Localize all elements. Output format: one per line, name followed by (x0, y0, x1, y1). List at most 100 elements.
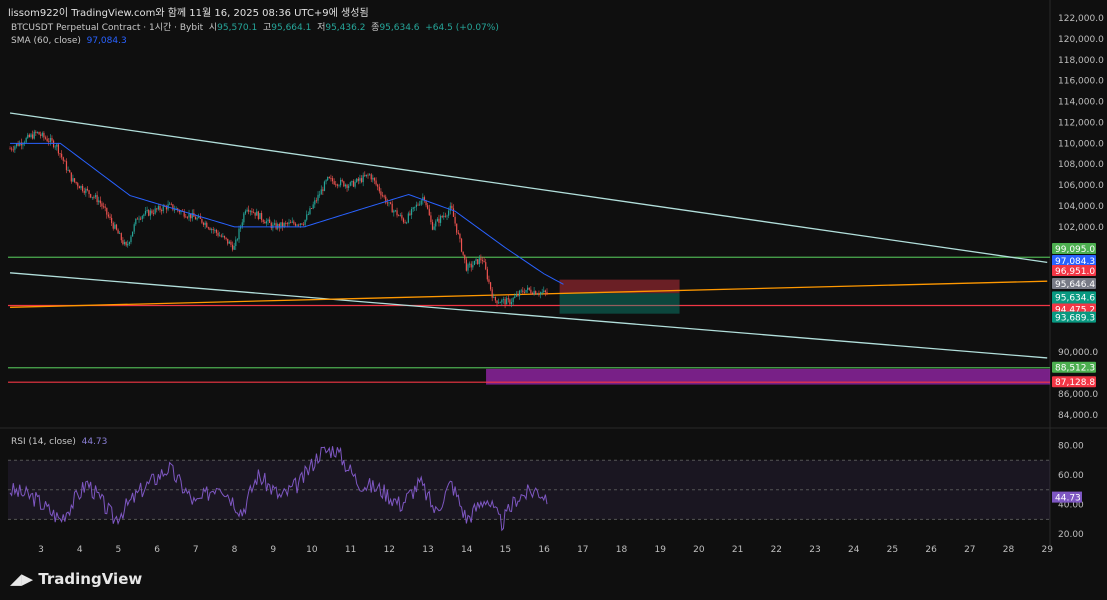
price-tag-text: 95,646.4 (1055, 280, 1095, 290)
candle-body (386, 202, 388, 204)
candle-body (259, 213, 261, 219)
symbol[interactable]: BTCUSDT Perpetual Contract · 1시간 · Bybit (11, 23, 203, 33)
candle-body (41, 132, 43, 136)
candle-body (162, 206, 164, 212)
candle-body (527, 287, 529, 290)
candle-body (86, 188, 89, 191)
rsi-legend: RSI (14, close) 44.73 (11, 437, 107, 447)
x-tick: 16 (538, 545, 550, 555)
candle-body (209, 228, 211, 230)
candle-body (36, 131, 39, 133)
candle-body (161, 210, 163, 212)
x-tick: 10 (306, 545, 318, 555)
candle-body (288, 222, 290, 225)
candle-body (362, 175, 364, 183)
candle-body (439, 216, 442, 223)
candle-body (349, 182, 351, 186)
candle-body (38, 131, 40, 135)
candle-body (49, 138, 51, 143)
candle-body (309, 208, 311, 215)
y-tick: 116,000.0 (1058, 77, 1104, 87)
candle-body (277, 223, 279, 229)
chart-canvas[interactable]: 122,000.0 120,000.0 118,000.0 116,000.0 114,… (0, 0, 1107, 600)
candle-body (356, 178, 358, 183)
candle-body (56, 144, 58, 147)
sma-label[interactable]: SMA (60, close) (11, 36, 81, 46)
candle-body (130, 236, 132, 243)
candle-body (451, 205, 453, 209)
candle-body (241, 222, 243, 227)
y-tick: 122,000.0 (1058, 14, 1104, 24)
candle-body (399, 215, 401, 216)
price-tag-text: 88,512.3 (1055, 364, 1095, 374)
candle-body (17, 143, 19, 146)
rsi-tick: 60.00 (1058, 471, 1084, 481)
candle-body (485, 262, 487, 270)
candle-body (70, 172, 72, 182)
x-tick: 12 (384, 545, 395, 555)
candle-body (544, 290, 546, 293)
candle-body (325, 180, 327, 182)
candle-body (35, 131, 37, 133)
candle-body (512, 297, 514, 302)
candle-body (185, 216, 187, 218)
candle-body (78, 186, 80, 189)
candle-body (11, 148, 13, 150)
candle-body (273, 223, 276, 225)
x-tick: 17 (577, 545, 588, 555)
candle-body (470, 263, 472, 268)
candle-body (448, 210, 450, 216)
candle-body (290, 222, 292, 224)
candle-body (61, 153, 63, 158)
candle-body (52, 140, 55, 148)
candle-body (323, 181, 326, 191)
x-tick: 23 (809, 545, 820, 555)
candle-body (327, 176, 329, 181)
brand: TradingView (38, 570, 143, 588)
candle-body (412, 207, 414, 209)
candle-body (28, 134, 30, 138)
candle-body (67, 170, 69, 171)
candle-body (72, 178, 74, 182)
candle-body (443, 215, 445, 218)
candle-body (320, 189, 322, 195)
tv-icon: ◢▶ (10, 570, 34, 588)
candle-body (127, 244, 129, 246)
candle-body (491, 289, 493, 298)
candle-body (509, 299, 511, 305)
price-tag-text: 93,689.3 (1055, 314, 1095, 324)
candle-body (54, 146, 56, 148)
candle-body (32, 134, 34, 139)
x-tick: 20 (693, 545, 705, 555)
candle-body (151, 210, 153, 214)
candle-body (140, 218, 142, 220)
x-tick: 19 (654, 545, 666, 555)
candle-body (157, 206, 159, 210)
candle-body (494, 297, 497, 301)
candle-body (141, 216, 143, 219)
candle-body (217, 232, 219, 236)
candle-body (546, 292, 548, 294)
candle-body (223, 235, 226, 238)
candle-body (394, 210, 397, 212)
candle-body (525, 289, 527, 293)
candle-body (188, 213, 190, 218)
price-tag-text: 99,095.0 (1055, 245, 1095, 255)
candle-body (269, 219, 271, 223)
candle-body (301, 223, 303, 225)
candle-body (291, 221, 293, 223)
candle-body (496, 300, 498, 304)
candle-body (310, 208, 313, 210)
candle-body (230, 241, 232, 245)
candle-body (264, 221, 266, 224)
candle-body (122, 240, 124, 245)
candle-body (120, 233, 122, 241)
candle-body (33, 131, 35, 139)
candle-body (352, 180, 355, 187)
y-tick: 102,000.0 (1058, 223, 1104, 233)
y-tick: 86,000.0 (1058, 390, 1098, 400)
candle-body (104, 206, 106, 208)
high: 95,664.1 (271, 23, 312, 33)
candle-body (344, 184, 347, 187)
candle-body (294, 223, 297, 226)
